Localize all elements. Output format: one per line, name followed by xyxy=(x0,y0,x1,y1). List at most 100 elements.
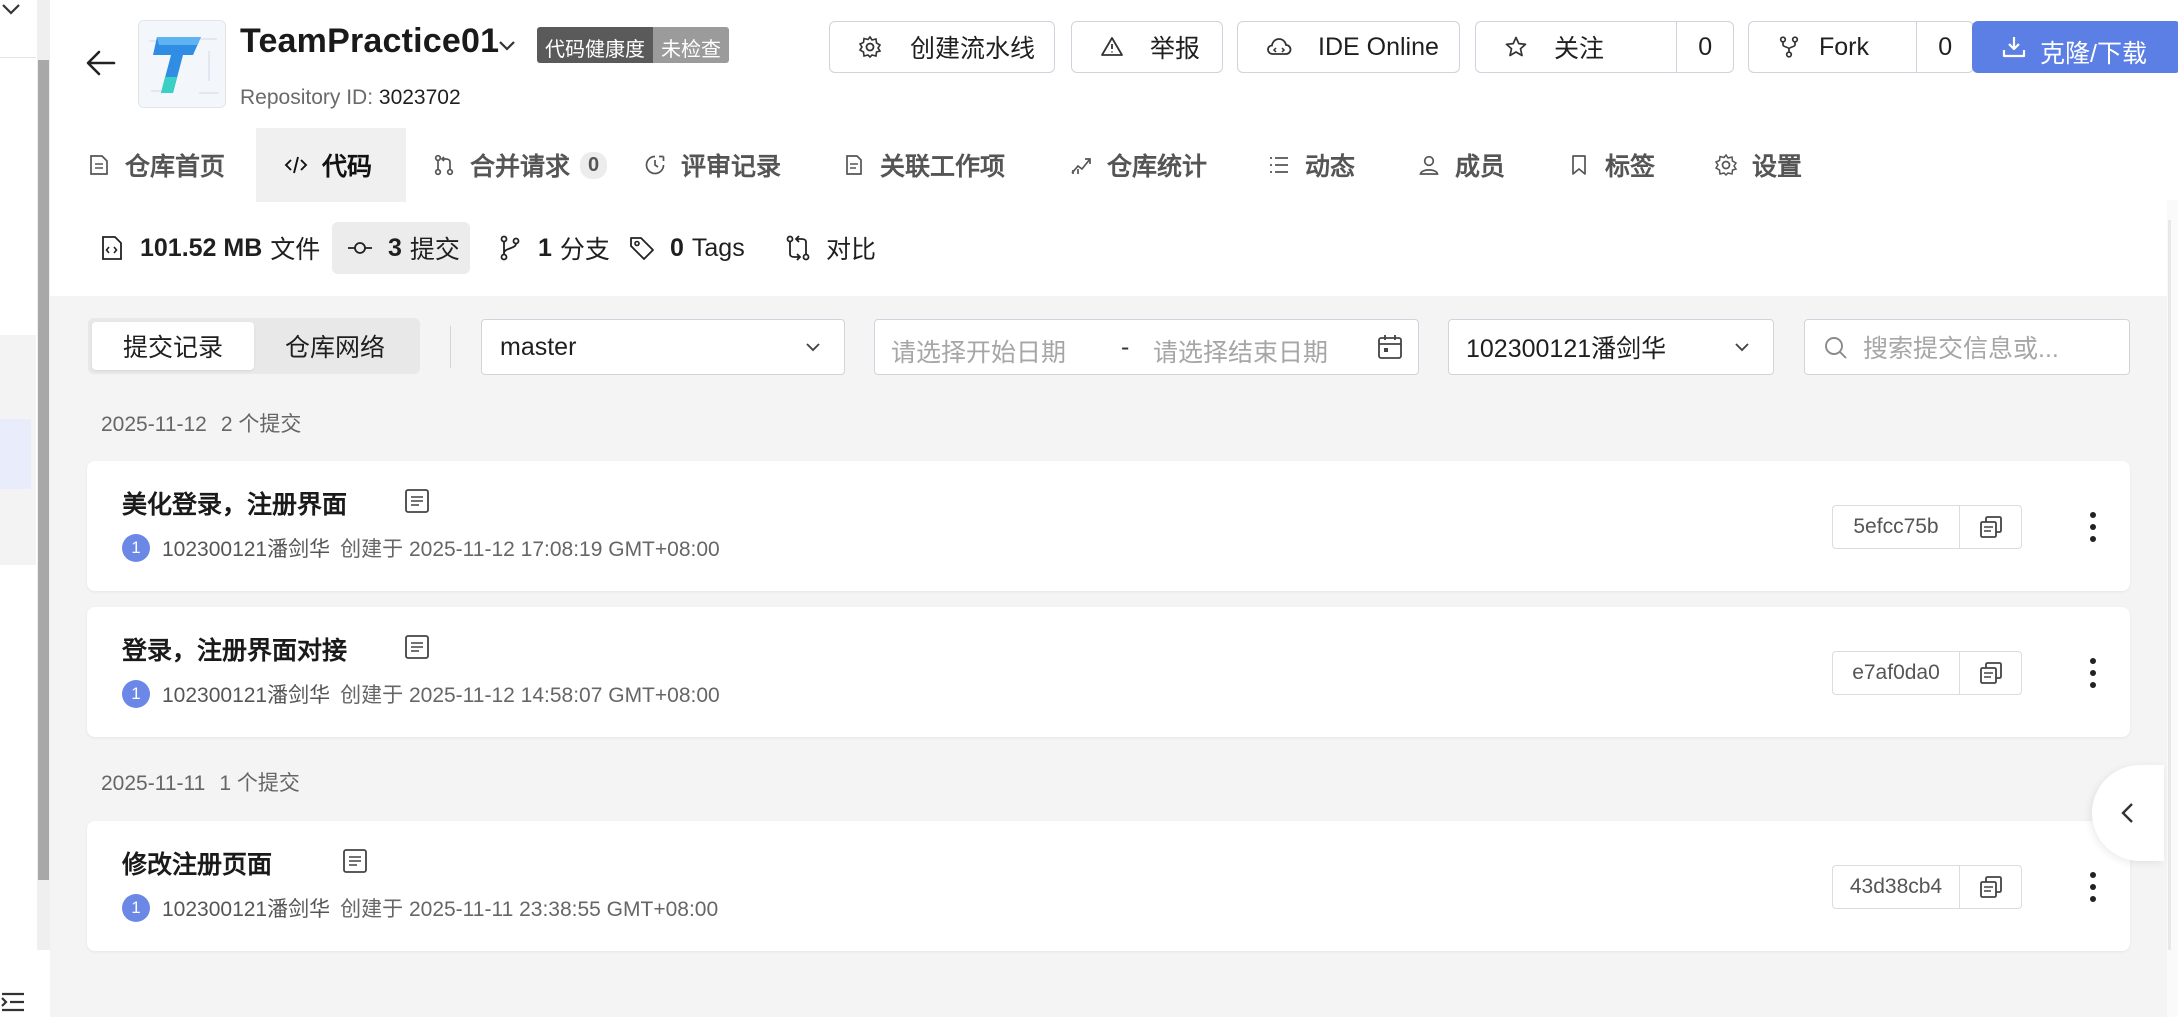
subnav-compare[interactable]: 对比 xyxy=(776,222,886,274)
avatar: 1 xyxy=(122,680,150,708)
files-size: 101.52 MB xyxy=(140,233,263,262)
tab-repo-stats[interactable]: 仓库统计 xyxy=(1069,128,1267,202)
branch-select[interactable]: master xyxy=(481,319,845,375)
tab-code-label: 代码 xyxy=(322,153,373,181)
subnav-commits[interactable]: 3 提交 xyxy=(332,222,470,274)
repo-id: Repository ID: 3023702 xyxy=(240,86,461,110)
code-subnav: 101.52 MB 文件 3 提交 1 分支 0 Tags 对比 xyxy=(88,222,886,274)
file-code-icon xyxy=(102,236,122,260)
commit-card[interactable]: 美化登录，注册界面 1 102300121潘剑华 创建于 2025-11-12 … xyxy=(87,461,2130,591)
ide-online-button[interactable]: IDE Online xyxy=(1237,21,1460,73)
tab-activity-label: 动态 xyxy=(1305,153,1356,181)
subnav-tags[interactable]: 0 Tags xyxy=(620,222,776,274)
subnav-branches[interactable]: 1 分支 xyxy=(470,222,620,274)
create-pipeline-button[interactable]: 创建流水线 xyxy=(829,21,1055,73)
tab-repo-home[interactable]: 仓库首页 xyxy=(70,128,256,202)
tab-tags[interactable]: 标签 xyxy=(1567,128,1714,202)
tab-code[interactable]: 代码 xyxy=(256,128,406,202)
menu-collapse-icon[interactable] xyxy=(0,990,26,1014)
copy-sha-button[interactable] xyxy=(1960,652,2021,694)
watch-count[interactable]: 0 xyxy=(1677,22,1733,72)
commit-author[interactable]: 102300121潘剑华 xyxy=(162,679,330,709)
view-switcher: 提交记录 仓库网络 xyxy=(88,318,420,374)
commit-title[interactable]: 修改注册页面 xyxy=(122,845,272,881)
ide-online-label: IDE Online xyxy=(1318,32,1439,61)
calendar-icon[interactable] xyxy=(1376,333,1404,361)
view-commits-toggle[interactable]: 提交记录 xyxy=(92,322,254,370)
warning-icon xyxy=(1101,37,1123,56)
tab-review-records[interactable]: 评审记录 xyxy=(643,128,842,202)
chevron-down-icon xyxy=(806,343,820,352)
commits-panel: 提交记录 仓库网络 master 请选择开始日期 - 请选择结束日期 10230… xyxy=(50,296,2167,1017)
tab-repo-home-label: 仓库首页 xyxy=(125,153,226,181)
more-options-icon[interactable] xyxy=(2085,651,2101,695)
date-range-picker[interactable]: 请选择开始日期 - 请选择结束日期 xyxy=(874,319,1419,375)
commit-message-icon[interactable] xyxy=(341,847,369,875)
avatar: 1 xyxy=(122,894,150,922)
right-scrollbar-thumb[interactable] xyxy=(2168,220,2171,950)
tab-linked-work-items[interactable]: 关联工作项 xyxy=(842,128,1069,202)
repo-switch-chevron-icon[interactable] xyxy=(495,34,519,58)
files-label: 文件 xyxy=(270,236,321,264)
commit-sha[interactable]: 43d38cb4 xyxy=(1833,866,1960,908)
left-scrollbar-thumb[interactable] xyxy=(38,60,49,880)
tab-merge-requests[interactable]: 合并请求 0 xyxy=(406,128,643,202)
repo-id-value: 3023702 xyxy=(378,86,461,109)
commit-meta: 1 102300121潘剑华 创建于 2025-11-12 14:58:07 G… xyxy=(122,679,720,709)
commits-label: 提交 xyxy=(409,236,460,264)
tab-activity[interactable]: 动态 xyxy=(1267,128,1417,202)
list-icon xyxy=(1270,157,1288,173)
watch-button[interactable]: 关注 xyxy=(1476,22,1678,72)
copy-sha-button[interactable] xyxy=(1960,866,2021,908)
report-button[interactable]: 举报 xyxy=(1071,21,1223,73)
fork-button[interactable]: Fork xyxy=(1749,22,1918,72)
user-icon xyxy=(1419,155,1439,175)
filter-divider xyxy=(450,326,451,368)
chevron-down-icon[interactable] xyxy=(0,2,22,18)
fork-count[interactable]: 0 xyxy=(1917,22,1973,72)
left-rail xyxy=(0,0,50,1017)
download-icon xyxy=(2002,37,2026,58)
subnav-files[interactable]: 101.52 MB 文件 xyxy=(88,222,324,274)
commit-author[interactable]: 102300121潘剑华 xyxy=(162,533,330,563)
rail-selected-item[interactable] xyxy=(0,419,31,489)
tab-review-records-label: 评审记录 xyxy=(681,153,782,181)
commit-message-icon[interactable] xyxy=(403,633,431,661)
more-options-icon[interactable] xyxy=(2085,865,2101,909)
more-options-icon[interactable] xyxy=(2085,505,2101,549)
commit-sha[interactable]: e7af0da0 xyxy=(1833,652,1960,694)
code-health-label: 代码健康度 xyxy=(537,27,653,63)
tab-linked-work-items-label: 关联工作项 xyxy=(880,153,1006,181)
end-date-input[interactable]: 请选择结束日期 xyxy=(1153,333,1328,369)
tab-members[interactable]: 成员 xyxy=(1417,128,1567,202)
back-arrow-icon[interactable] xyxy=(84,46,118,80)
commit-time: 创建于 2025-11-11 23:38:55 GMT+08:00 xyxy=(340,898,719,921)
tab-settings[interactable]: 设置 xyxy=(1714,128,1834,202)
copy-icon xyxy=(1979,516,2002,538)
repo-tabs: 仓库首页 代码 合并请求 0 评审记录 关联工作项 仓库统计 动态 成员 标签 … xyxy=(70,128,1834,202)
repo-id-label: Repository ID: xyxy=(240,86,374,109)
commit-card[interactable]: 登录，注册界面对接 1 102300121潘剑华 创建于 2025-11-12 … xyxy=(87,607,2130,737)
settings-icon xyxy=(1714,153,1738,177)
author-select[interactable]: 102300121潘剑华 xyxy=(1448,319,1774,375)
start-date-input[interactable]: 请选择开始日期 xyxy=(891,333,1066,369)
star-icon xyxy=(1505,36,1527,57)
code-health-badge[interactable]: 代码健康度 未检查 xyxy=(537,27,729,63)
commit-meta: 1 102300121潘剑华 创建于 2025-11-11 23:38:55 G… xyxy=(122,893,718,923)
commit-title[interactable]: 美化登录，注册界面 xyxy=(122,485,347,521)
commit-sha[interactable]: 5efcc75b xyxy=(1833,506,1960,548)
watch-label: 关注 xyxy=(1554,35,1605,63)
clone-download-button[interactable]: 克隆/下载 xyxy=(1972,21,2178,73)
view-network-toggle[interactable]: 仓库网络 xyxy=(254,322,416,370)
commit-message-icon[interactable] xyxy=(403,487,431,515)
compare-icon xyxy=(786,235,810,261)
commit-search-input[interactable]: 搜索提交信息或... xyxy=(1804,319,2130,375)
tab-merge-requests-label: 合并请求 xyxy=(470,153,571,181)
commit-sha-box: e7af0da0 xyxy=(1832,651,2022,695)
commit-title[interactable]: 登录，注册界面对接 xyxy=(122,631,347,667)
commit-author[interactable]: 102300121潘剑华 xyxy=(162,893,330,923)
compare-label: 对比 xyxy=(826,236,877,264)
commit-card[interactable]: 修改注册页面 1 102300121潘剑华 创建于 2025-11-11 23:… xyxy=(87,821,2130,951)
copy-sha-button[interactable] xyxy=(1960,506,2021,548)
author-select-value: 102300121潘剑华 xyxy=(1466,335,1667,363)
